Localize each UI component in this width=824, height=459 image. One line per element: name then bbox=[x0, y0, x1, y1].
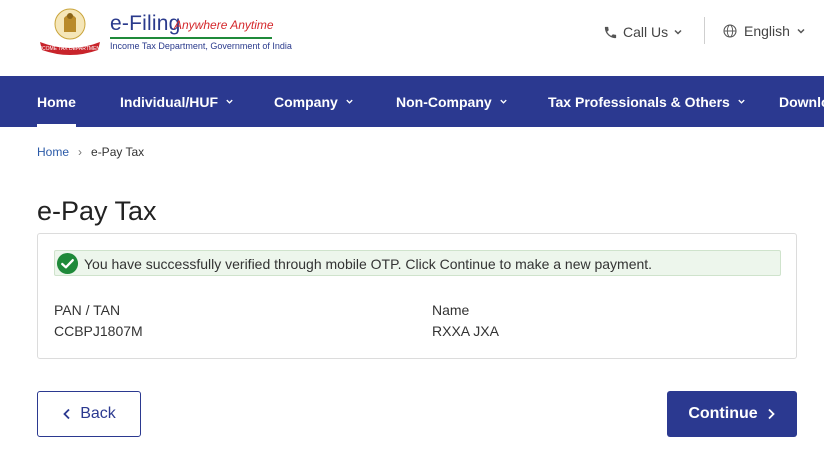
brand-tagline: Anywhere Anytime bbox=[174, 18, 274, 32]
name-value: RXXA JXA bbox=[432, 323, 499, 339]
nav-item-non-company[interactable]: Non-Company bbox=[396, 76, 508, 127]
back-button-label: Back bbox=[80, 405, 116, 422]
chevron-down-icon bbox=[674, 29, 682, 35]
pan-tan-value: CCBPJ1807M bbox=[54, 323, 143, 339]
nav-item-company[interactable]: Company bbox=[274, 76, 354, 127]
breadcrumb-separator: › bbox=[78, 145, 83, 159]
efiling-logo[interactable]: INCOME TAX DEPARTMENT e-Filing Anywhere … bbox=[36, 6, 292, 56]
success-alert-message: You have successfully verified through m… bbox=[84, 256, 653, 272]
back-button[interactable]: Back bbox=[37, 391, 141, 437]
page-title: e-Pay Tax bbox=[37, 196, 157, 226]
nav-item-home[interactable]: Home bbox=[37, 76, 76, 127]
chevron-left-icon bbox=[63, 408, 70, 420]
chevron-down-icon bbox=[797, 28, 805, 34]
chevron-down-icon bbox=[346, 99, 353, 104]
brand-title: e-Filing bbox=[110, 12, 181, 35]
nav-item-individual-huf[interactable]: Individual/HUF bbox=[120, 76, 234, 127]
success-alert: You have successfully verified through m… bbox=[54, 250, 781, 276]
chevron-down-icon bbox=[499, 99, 507, 104]
brand-rule bbox=[110, 37, 272, 39]
verification-card: You have successfully verified through m… bbox=[37, 233, 797, 359]
nav-item-label: Tax Professionals & Others bbox=[548, 93, 730, 110]
call-us-label: Call Us bbox=[623, 24, 669, 40]
nav-item-label: Home bbox=[37, 93, 76, 110]
svg-text:INCOME TAX DEPARTMENT: INCOME TAX DEPARTMENT bbox=[37, 46, 103, 52]
breadcrumb-current: e-Pay Tax bbox=[91, 145, 145, 159]
check-circle-icon bbox=[56, 252, 79, 275]
header-divider bbox=[704, 17, 705, 44]
breadcrumb-home-link[interactable]: Home bbox=[37, 145, 69, 159]
brand-subtitle: Income Tax Department, Government of Ind… bbox=[110, 41, 292, 51]
language-label: English bbox=[744, 23, 790, 39]
call-us-dropdown[interactable]: Call Us bbox=[603, 22, 683, 42]
nav-item-label: Individual/HUF bbox=[120, 93, 218, 110]
globe-icon bbox=[723, 24, 737, 38]
breadcrumb: Home › e-Pay Tax bbox=[37, 144, 144, 160]
nav-item-label: Company bbox=[274, 93, 338, 110]
nav-item-tax-professionals[interactable]: Tax Professionals & Others bbox=[548, 76, 746, 127]
chevron-right-icon bbox=[768, 408, 775, 420]
name-label: Name bbox=[432, 302, 470, 318]
nav-item-label: Non-Company bbox=[396, 93, 492, 110]
nav-item-label: Downlo bbox=[779, 93, 824, 110]
nav-item-downloads[interactable]: Downlo bbox=[779, 76, 824, 127]
chevron-down-icon bbox=[226, 99, 233, 104]
main-nav: Home Individual/HUF Company Non-Company … bbox=[0, 76, 824, 127]
continue-button-label: Continue bbox=[688, 405, 758, 422]
emblem-logo: INCOME TAX DEPARTMENT bbox=[37, 8, 103, 55]
chevron-down-icon bbox=[738, 99, 745, 104]
pan-tan-label: PAN / TAN bbox=[54, 302, 121, 318]
language-selector[interactable]: English bbox=[722, 21, 806, 41]
continue-button[interactable]: Continue bbox=[667, 391, 797, 437]
phone-icon bbox=[604, 26, 617, 38]
site-header: INCOME TAX DEPARTMENT e-Filing Anywhere … bbox=[0, 0, 824, 76]
